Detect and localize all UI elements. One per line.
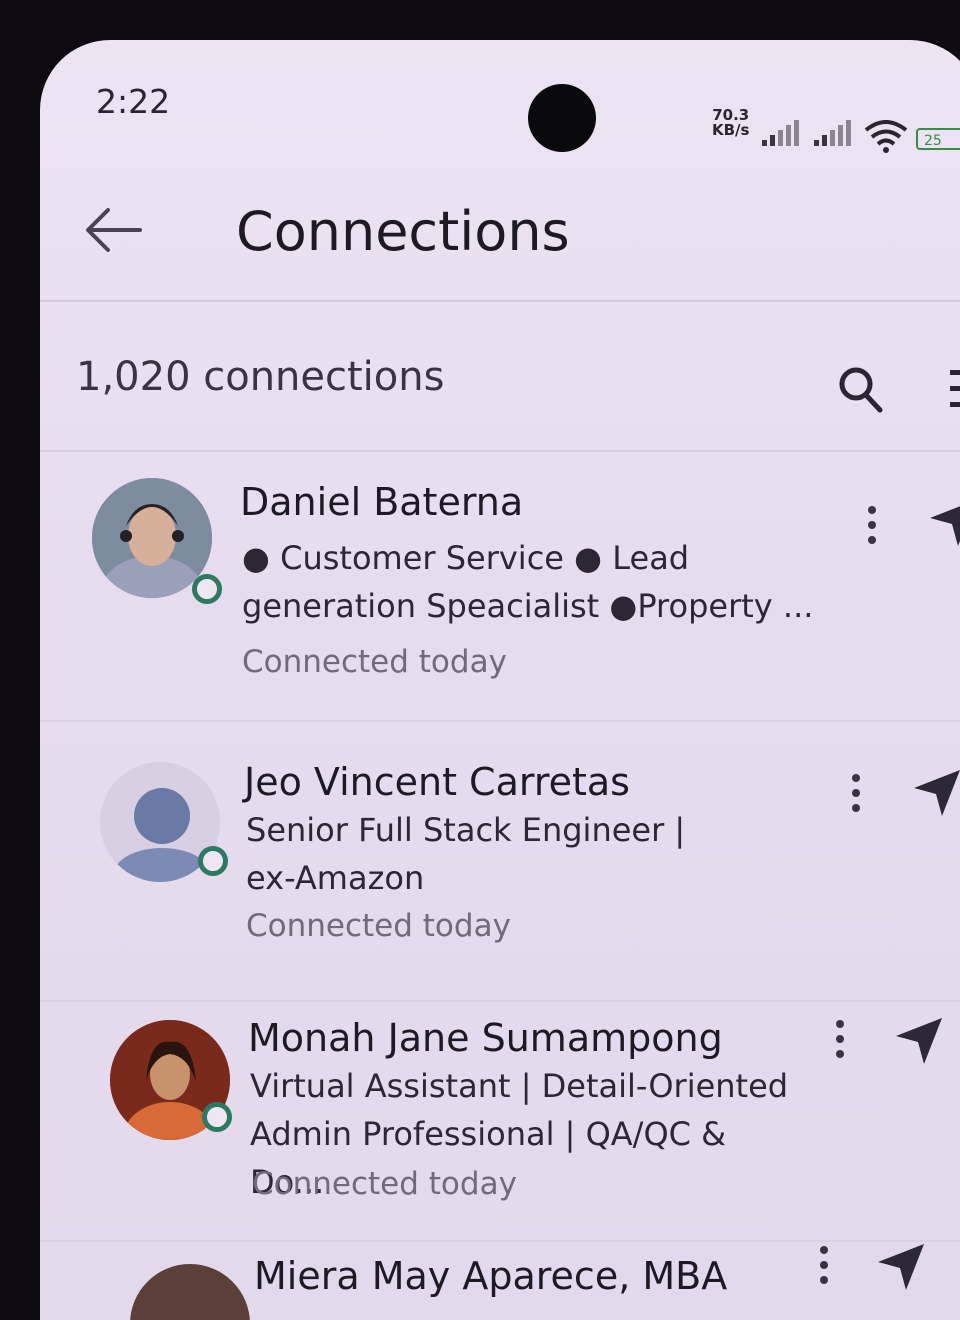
search-icon[interactable] — [836, 362, 886, 416]
battery-icon: 25 — [916, 128, 960, 150]
avatar[interactable] — [130, 1264, 250, 1320]
signal-icon-2 — [814, 120, 851, 146]
connection-item[interactable]: Monah Jane Sumampong Virtual Assistant |… — [40, 1010, 960, 1242]
more-options-icon[interactable] — [866, 504, 878, 546]
signal-icon — [762, 120, 799, 146]
connections-count: 1,020 connections — [76, 354, 445, 400]
app-bar: Connections — [40, 180, 960, 302]
filter-icon[interactable] — [944, 364, 960, 414]
send-message-icon[interactable] — [874, 1240, 926, 1292]
connections-count-row: 1,020 connections — [40, 340, 960, 452]
online-status-indicator — [192, 574, 222, 604]
connection-time: Connected today — [242, 644, 507, 680]
send-message-icon[interactable] — [910, 766, 960, 818]
send-message-icon[interactable] — [926, 496, 960, 548]
front-camera — [528, 84, 596, 152]
wifi-icon — [864, 120, 908, 153]
connection-headline: ● Customer Service ● Lead generation Spe… — [242, 539, 814, 625]
connection-item[interactable]: Daniel Baterna ● Customer Service ● Lead… — [40, 470, 960, 722]
page-title: Connections — [236, 200, 570, 263]
status-bar: 2:22 70.3 KB/s 25 — [40, 40, 960, 153]
online-status-indicator — [202, 1102, 232, 1132]
connection-item[interactable]: Jeo Vincent Carretas Senior Full Stack E… — [40, 740, 960, 1002]
connection-time: Connected today — [252, 1166, 517, 1202]
back-arrow-icon[interactable] — [82, 198, 146, 262]
more-options-icon[interactable] — [834, 1018, 846, 1060]
connection-name[interactable]: Monah Jane Sumampong — [248, 1016, 723, 1060]
phone-screen: 2:22 70.3 KB/s 25 Connections 1,020 conn… — [40, 40, 960, 1320]
connection-headline: Senior Full Stack Engineer | ex-Amazon — [246, 811, 686, 897]
connection-time: Connected today — [246, 908, 511, 944]
connection-name[interactable]: Daniel Baterna — [240, 480, 523, 524]
more-options-icon[interactable] — [850, 772, 862, 814]
connection-name[interactable]: Miera May Aparece, MBA — [254, 1254, 727, 1298]
online-status-indicator — [198, 846, 228, 876]
send-message-icon[interactable] — [892, 1014, 944, 1066]
status-time: 2:22 — [96, 82, 171, 121]
network-speed: 70.3 KB/s — [712, 108, 749, 138]
connection-name[interactable]: Jeo Vincent Carretas — [244, 760, 630, 804]
connection-item[interactable]: Miera May Aparece, MBA — [40, 1240, 960, 1320]
network-speed-unit: KB/s — [712, 121, 750, 139]
